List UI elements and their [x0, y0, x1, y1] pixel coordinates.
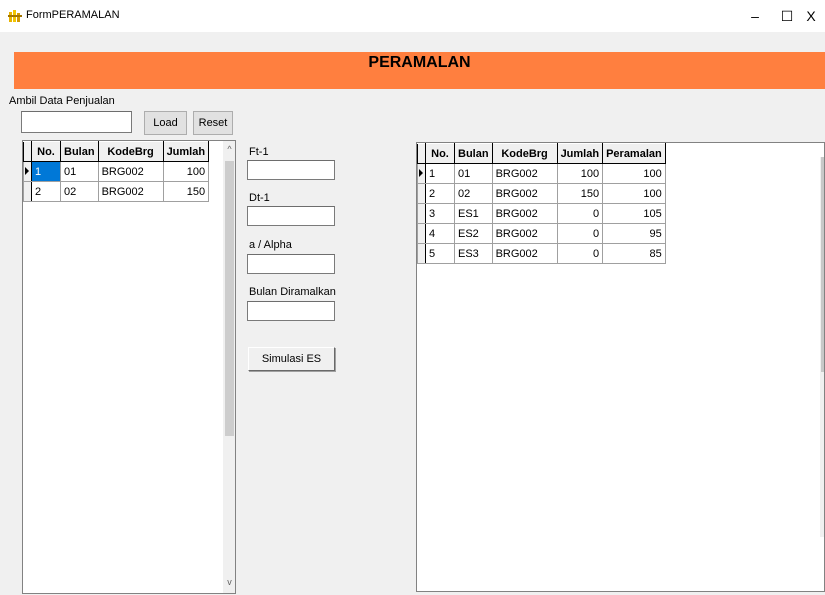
alpha-label: a / Alpha: [249, 239, 292, 251]
table-row[interactable]: 4 ES2 BRG002 0 95: [417, 223, 666, 244]
cell-kodebrg[interactable]: BRG002: [491, 163, 558, 184]
ambil-data-label: Ambil Data Penjualan: [9, 95, 115, 107]
left-grid-header-jumlah[interactable]: Jumlah: [162, 141, 210, 162]
cell-bulan[interactable]: 01: [60, 161, 99, 182]
ft1-label: Ft-1: [249, 146, 269, 158]
right-data-grid[interactable]: No. Bulan KodeBrg Jumlah Peramalan 1 01 …: [416, 142, 825, 592]
row-indicator: [417, 223, 426, 244]
cell-jumlah[interactable]: 0: [556, 203, 604, 224]
cell-kodebrg[interactable]: BRG002: [97, 181, 164, 202]
left-grid-header-row: No. Bulan KodeBrg Jumlah: [23, 141, 210, 162]
right-grid-header-no[interactable]: No.: [425, 143, 455, 164]
cell-jumlah[interactable]: 0: [556, 243, 604, 264]
load-button[interactable]: Load: [144, 111, 187, 135]
app-icon: [8, 10, 22, 22]
row-indicator: [23, 161, 32, 182]
right-grid-table: No. Bulan KodeBrg Jumlah Peramalan 1 01 …: [417, 143, 666, 264]
table-row[interactable]: 1 01 BRG002 100: [23, 161, 210, 182]
window-title: FormPERAMALAN: [26, 9, 120, 21]
table-row[interactable]: 3 ES1 BRG002 0 105: [417, 203, 666, 224]
left-grid-header-no[interactable]: No.: [31, 141, 61, 162]
left-grid-header-corner: [23, 141, 32, 162]
dt1-input[interactable]: [247, 206, 335, 226]
form-body: PERAMALAN Ambil Data Penjualan Load Rese…: [0, 32, 825, 595]
left-grid-header-bulan[interactable]: Bulan: [60, 141, 99, 162]
cell-jumlah[interactable]: 0: [556, 223, 604, 244]
cell-no[interactable]: 2: [425, 183, 455, 204]
right-grid-scrollbar[interactable]: [820, 157, 824, 537]
cell-bulan[interactable]: ES3: [454, 243, 493, 264]
row-indicator: [417, 203, 426, 224]
cell-kodebrg[interactable]: BRG002: [491, 183, 558, 204]
simulasi-es-button[interactable]: Simulasi ES: [248, 347, 335, 371]
cell-kodebrg[interactable]: BRG002: [491, 223, 558, 244]
row-indicator: [417, 183, 426, 204]
left-grid-scrollbar[interactable]: ^ v: [223, 141, 235, 593]
banner-title: PERAMALAN: [368, 54, 471, 71]
row-indicator: [417, 243, 426, 264]
cell-jumlah[interactable]: 150: [162, 181, 210, 202]
cell-no[interactable]: 2: [31, 181, 61, 202]
ambil-data-input[interactable]: [21, 111, 132, 133]
right-grid-header-bulan[interactable]: Bulan: [454, 143, 493, 164]
alpha-input[interactable]: [247, 254, 335, 274]
left-grid-table: No. Bulan KodeBrg Jumlah 1 01 BRG002 100…: [23, 141, 210, 202]
cell-no[interactable]: 1: [425, 163, 455, 184]
right-grid-header-row: No. Bulan KodeBrg Jumlah Peramalan: [417, 143, 666, 164]
cell-no[interactable]: 3: [425, 203, 455, 224]
cell-no[interactable]: 5: [425, 243, 455, 264]
cell-kodebrg[interactable]: BRG002: [491, 243, 558, 264]
cell-bulan[interactable]: 02: [454, 183, 493, 204]
bulan-diramalkan-label: Bulan Diramalkan: [249, 286, 336, 298]
cell-bulan[interactable]: ES2: [454, 223, 493, 244]
minimize-button[interactable]: –: [739, 4, 771, 28]
current-row-marker-icon: [419, 169, 423, 177]
cell-peramalan[interactable]: 105: [602, 203, 666, 224]
reset-button[interactable]: Reset: [193, 111, 233, 135]
dt1-label: Dt-1: [249, 192, 270, 204]
right-grid-scroll-thumb[interactable]: [821, 157, 824, 372]
current-row-marker-icon: [25, 167, 29, 175]
right-grid-header-kodebrg[interactable]: KodeBrg: [491, 143, 558, 164]
right-grid-header-jumlah[interactable]: Jumlah: [556, 143, 604, 164]
cell-jumlah[interactable]: 100: [556, 163, 604, 184]
close-button[interactable]: X: [795, 4, 825, 28]
header-banner: PERAMALAN: [14, 52, 825, 89]
left-grid-scroll-thumb[interactable]: [225, 161, 234, 436]
cell-bulan[interactable]: 01: [454, 163, 493, 184]
ft1-input[interactable]: [247, 160, 335, 180]
cell-kodebrg[interactable]: BRG002: [97, 161, 164, 182]
row-indicator: [417, 163, 426, 184]
scroll-down-arrow-icon[interactable]: v: [223, 577, 235, 587]
left-grid-header-kodebrg[interactable]: KodeBrg: [97, 141, 164, 162]
cell-jumlah[interactable]: 150: [556, 183, 604, 204]
table-row[interactable]: 1 01 BRG002 100 100: [417, 163, 666, 184]
cell-no[interactable]: 4: [425, 223, 455, 244]
table-row[interactable]: 2 02 BRG002 150: [23, 181, 210, 202]
left-data-grid[interactable]: No. Bulan KodeBrg Jumlah 1 01 BRG002 100…: [22, 140, 236, 594]
window-titlebar: FormPERAMALAN – ☐ X: [0, 0, 825, 33]
cell-no[interactable]: 1: [31, 161, 61, 182]
right-grid-header-peramalan[interactable]: Peramalan: [602, 143, 666, 164]
cell-peramalan[interactable]: 85: [602, 243, 666, 264]
bulan-diramalkan-input[interactable]: [247, 301, 335, 321]
table-row[interactable]: 5 ES3 BRG002 0 85: [417, 243, 666, 264]
row-indicator: [23, 181, 32, 202]
cell-kodebrg[interactable]: BRG002: [491, 203, 558, 224]
scroll-up-arrow-icon[interactable]: ^: [223, 144, 235, 154]
right-grid-header-corner: [417, 143, 426, 164]
cell-bulan[interactable]: 02: [60, 181, 99, 202]
cell-peramalan[interactable]: 100: [602, 163, 666, 184]
cell-peramalan[interactable]: 95: [602, 223, 666, 244]
cell-bulan[interactable]: ES1: [454, 203, 493, 224]
cell-jumlah[interactable]: 100: [162, 161, 210, 182]
cell-peramalan[interactable]: 100: [602, 183, 666, 204]
table-row[interactable]: 2 02 BRG002 150 100: [417, 183, 666, 204]
